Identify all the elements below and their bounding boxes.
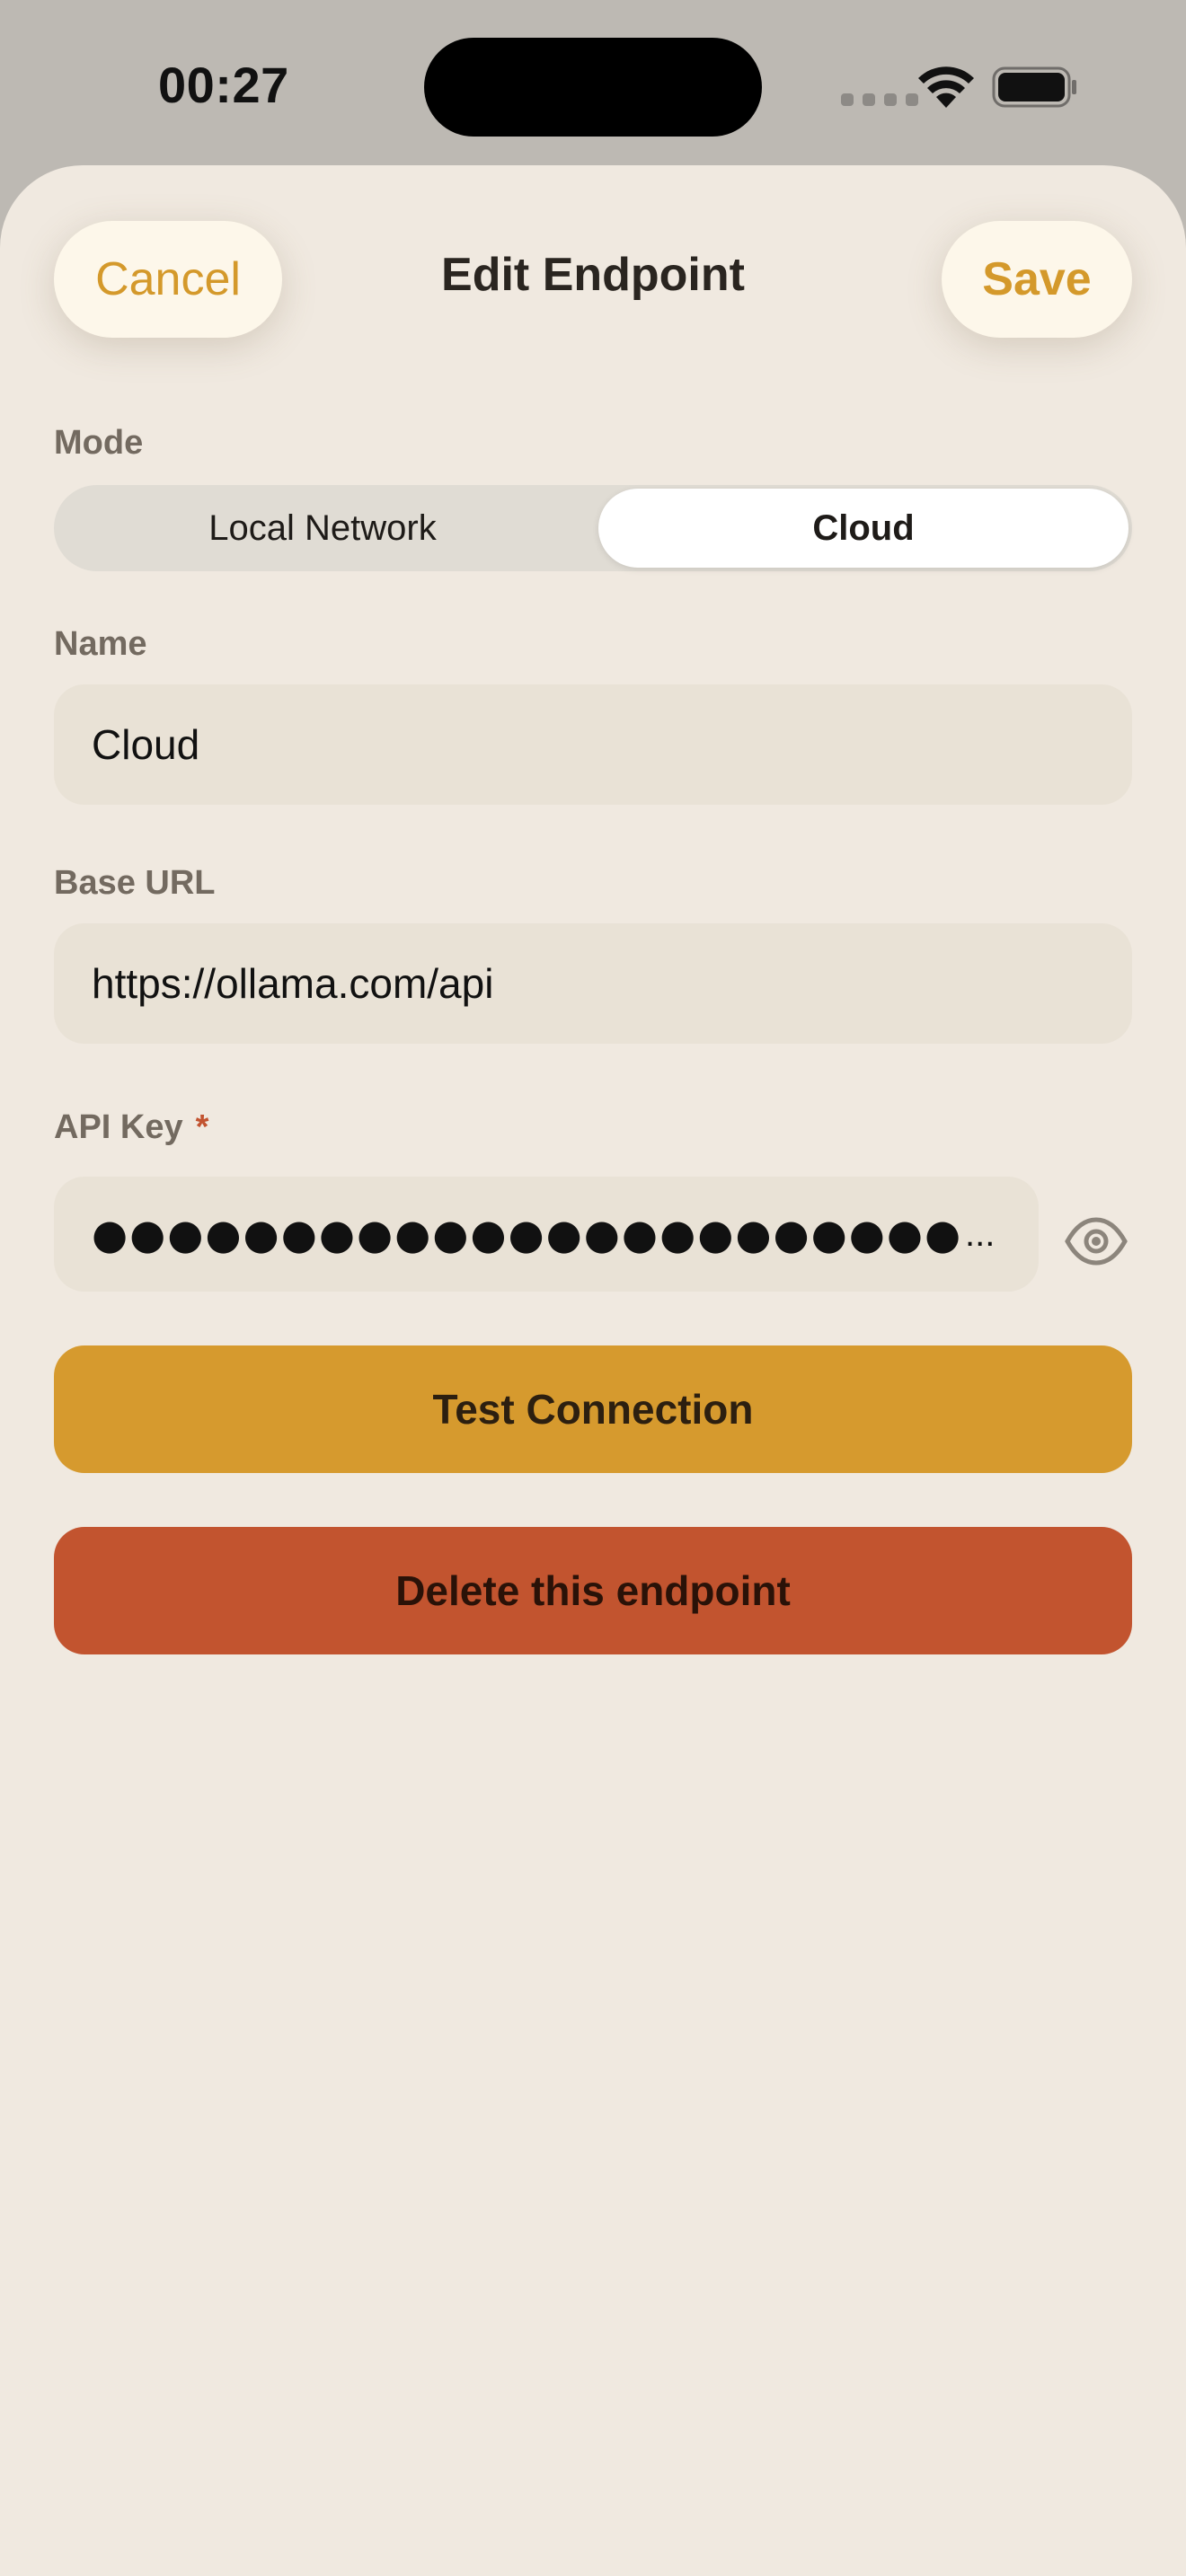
api-key-label: API Key * <box>54 1108 208 1147</box>
battery-icon <box>992 66 1076 108</box>
base-url-input[interactable] <box>92 959 1132 1008</box>
mode-segmented-control: Local Network Cloud <box>54 485 1132 571</box>
eye-icon[interactable] <box>1064 1209 1128 1274</box>
save-button[interactable]: Save <box>942 221 1132 338</box>
name-label: Name <box>54 625 147 663</box>
screen: 00:27 Cancel Edit Endpoint Save Mode Loc… <box>0 0 1186 2576</box>
name-input[interactable] <box>92 720 1132 769</box>
mode-option-local-network[interactable]: Local Network <box>58 489 588 568</box>
test-connection-button[interactable]: Test Connection <box>54 1345 1132 1473</box>
api-key-masked-value: ●●●●●●●●●●●●●●●●●●●●●●●●●●●●●●●● <box>92 1210 960 1258</box>
required-marker: * <box>195 1108 209 1146</box>
mode-label: Mode <box>54 424 144 462</box>
status-time: 00:27 <box>158 57 289 113</box>
base-url-field[interactable] <box>54 923 1132 1044</box>
dynamic-island <box>424 38 762 137</box>
api-key-overflow: ... <box>965 1213 996 1254</box>
name-field[interactable] <box>54 684 1132 805</box>
mode-option-cloud[interactable]: Cloud <box>598 489 1128 568</box>
base-url-label: Base URL <box>54 864 216 902</box>
edit-endpoint-sheet: Cancel Edit Endpoint Save Mode Local Net… <box>0 165 1186 2576</box>
delete-endpoint-button[interactable]: Delete this endpoint <box>54 1527 1132 1654</box>
api-key-label-text: API Key <box>54 1108 183 1146</box>
cellular-signal-icon <box>841 93 918 106</box>
wifi-icon <box>918 66 974 108</box>
api-key-field[interactable]: ●●●●●●●●●●●●●●●●●●●●●●●●●●●●●●●●... <box>54 1177 1039 1292</box>
